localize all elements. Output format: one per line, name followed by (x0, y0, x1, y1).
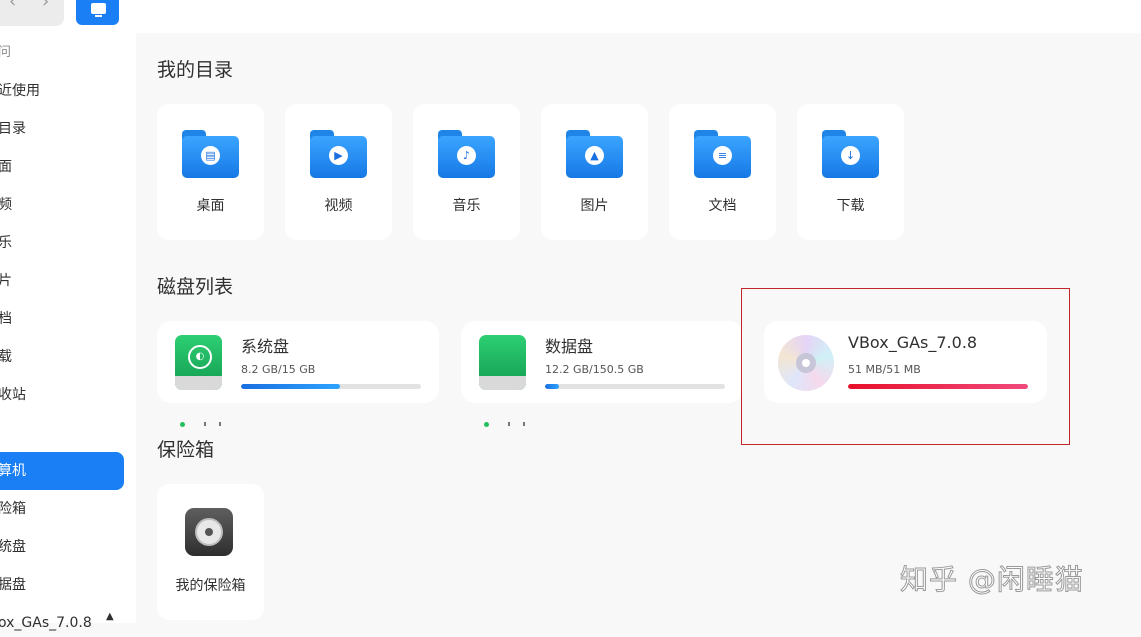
document-folder-icon: ≡ (694, 130, 751, 178)
forward-icon[interactable]: › (42, 0, 49, 14)
folder-label: 桌面 (196, 198, 225, 214)
disk-size: 12.2 GB/150.5 GB (545, 363, 644, 376)
folder-label: 图片 (580, 198, 609, 214)
title-bar: ‹ › (0, 0, 1141, 33)
disk-size: 8.2 GB/15 GB (241, 363, 316, 376)
folder-tile-pictures[interactable]: ▲ 图片 (541, 104, 648, 240)
sidebar-item-recent[interactable]: 近使用 (0, 77, 40, 105)
folder-tile-documents[interactable]: ≡ 文档 (669, 104, 776, 240)
sidebar-item-music[interactable]: 乐 (0, 229, 12, 257)
disk-name: 系统盘 (241, 337, 290, 356)
vault-icon (185, 508, 233, 556)
desktop-folder-icon: ▤ (182, 130, 239, 178)
section-title-disk-list: 磁盘列表 (157, 276, 234, 298)
sidebar-item-computer[interactable]: 算机 (0, 452, 124, 490)
disk-usage-bar (241, 384, 421, 389)
folder-label: 音乐 (452, 198, 481, 214)
sidebar-item-recent-access[interactable]: 问 (0, 39, 11, 67)
system-drive-icon: ◐ (175, 335, 222, 427)
sidebar-item-downloads[interactable]: 载 (0, 343, 12, 371)
sidebar-item-vault[interactable]: 险箱 (0, 495, 26, 523)
disk-card-system[interactable]: ◐ 系统盘 8.2 GB/15 GB (157, 321, 439, 427)
video-folder-icon: ▶ (310, 130, 367, 178)
highlight-box (741, 288, 1070, 445)
section-title-my-directories: 我的目录 (157, 59, 234, 81)
computer-view-button[interactable] (76, 0, 119, 25)
disk-name: 数据盘 (545, 337, 594, 356)
sidebar-item-vbox-disc[interactable]: ox_GAs_7.0.8 (0, 609, 92, 637)
sidebar: 问 近使用 目录 面 频 乐 片 档 载 收站 算机 险箱 统盘 据盘 ox_G… (0, 33, 136, 631)
folder-tile-videos[interactable]: ▶ 视频 (285, 104, 392, 240)
sidebar-item-documents[interactable]: 档 (0, 305, 12, 333)
sidebar-item-desktop[interactable]: 面 (0, 153, 12, 181)
music-folder-icon: ♪ (438, 130, 495, 178)
sidebar-item-videos[interactable]: 频 (0, 191, 12, 219)
disk-usage-bar (545, 384, 725, 389)
section-title-vault: 保险箱 (157, 439, 215, 461)
vault-label: 我的保险箱 (175, 578, 246, 594)
computer-view-icon (91, 3, 106, 17)
sidebar-item-pictures[interactable]: 片 (0, 267, 12, 295)
watermark: 知乎 @闲睡猫 (900, 563, 1084, 597)
download-folder-icon: ↓ (822, 130, 879, 178)
eject-icon[interactable]: ▲ (106, 611, 114, 622)
sidebar-item-system-disk[interactable]: 统盘 (0, 533, 26, 561)
disk-usage-fill (241, 384, 340, 389)
folder-tile-desktop[interactable]: ▤ 桌面 (157, 104, 264, 240)
sidebar-item-home[interactable]: 目录 (0, 115, 26, 143)
sidebar-item-data-disk[interactable]: 据盘 (0, 571, 26, 599)
data-drive-icon (479, 335, 526, 427)
sidebar-item-label: 算机 (0, 463, 26, 479)
folder-tile-music[interactable]: ♪ 音乐 (413, 104, 520, 240)
navigation-buttons: ‹ › (0, 0, 64, 26)
folder-label: 下载 (836, 198, 865, 214)
disk-usage-fill (545, 384, 560, 389)
folder-label: 视频 (324, 198, 353, 214)
picture-folder-icon: ▲ (566, 130, 623, 178)
folder-label: 文档 (708, 198, 737, 214)
disk-card-data[interactable]: 数据盘 12.2 GB/150.5 GB (461, 321, 743, 427)
vault-tile[interactable]: 我的保险箱 (157, 484, 264, 620)
sidebar-item-trash[interactable]: 收站 (0, 381, 26, 409)
back-icon[interactable]: ‹ (9, 0, 16, 14)
folder-tile-downloads[interactable]: ↓ 下载 (797, 104, 904, 240)
